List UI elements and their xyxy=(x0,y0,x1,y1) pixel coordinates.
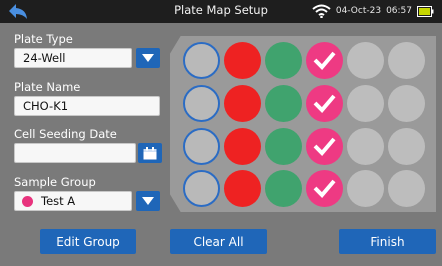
well-c3[interactable] xyxy=(265,128,302,165)
calendar-button[interactable] xyxy=(138,143,162,163)
seeding-date-label: Cell Seeding Date xyxy=(14,127,117,141)
well-a5[interactable] xyxy=(347,42,384,79)
well-c1[interactable] xyxy=(183,128,220,165)
well-c2[interactable] xyxy=(224,128,261,165)
calendar-icon xyxy=(143,146,157,159)
well-c5[interactable] xyxy=(347,128,384,165)
well-b5[interactable] xyxy=(347,85,384,122)
date-text: 04-Oct-23 xyxy=(335,6,382,16)
top-bar: Plate Map Setup 04-Oct-23 06:57 xyxy=(0,0,442,23)
well-d2[interactable] xyxy=(224,170,261,207)
sample-group-label: Sample Group xyxy=(14,175,96,189)
finish-button[interactable]: Finish xyxy=(339,229,436,254)
well-d6[interactable] xyxy=(388,170,425,207)
well-b4[interactable] xyxy=(306,85,343,122)
well-b3[interactable] xyxy=(265,85,302,122)
plate-name-label: Plate Name xyxy=(14,80,81,94)
check-icon xyxy=(313,137,336,156)
well-a3[interactable] xyxy=(265,42,302,79)
well-a4[interactable] xyxy=(306,42,343,79)
wifi-icon xyxy=(312,4,331,18)
sample-group-dropdown-button[interactable] xyxy=(136,191,160,211)
well-d5[interactable] xyxy=(347,170,384,207)
well-b2[interactable] xyxy=(224,85,261,122)
chevron-down-icon xyxy=(142,197,154,205)
check-icon xyxy=(313,51,336,70)
time-text: 06:57 xyxy=(386,6,412,16)
status-area: 04-Oct-23 06:57 xyxy=(312,4,434,18)
chevron-down-icon xyxy=(142,54,154,62)
plate-type-select[interactable]: 24-Well xyxy=(14,48,132,68)
plate-name-input[interactable]: CHO-K1 xyxy=(14,96,160,116)
well-d3[interactable] xyxy=(265,170,302,207)
edit-group-button[interactable]: Edit Group xyxy=(40,229,136,254)
clear-all-button[interactable]: Clear All xyxy=(170,229,267,254)
well-c6[interactable] xyxy=(388,128,425,165)
check-icon xyxy=(313,94,336,113)
check-icon xyxy=(313,179,336,198)
plate-type-dropdown-button[interactable] xyxy=(136,48,160,68)
well-b6[interactable] xyxy=(388,85,425,122)
well-c4[interactable] xyxy=(306,128,343,165)
well-a6[interactable] xyxy=(388,42,425,79)
plate-type-label: Plate Type xyxy=(14,32,73,46)
well-b1[interactable] xyxy=(183,85,220,122)
battery-icon xyxy=(417,5,434,17)
well-d1[interactable] xyxy=(183,170,220,207)
well-a2[interactable] xyxy=(224,42,261,79)
seeding-date-input[interactable] xyxy=(14,143,136,163)
group-color-dot xyxy=(22,196,33,207)
plate-map xyxy=(170,36,436,212)
well-d4[interactable] xyxy=(306,170,343,207)
well-a1[interactable] xyxy=(183,42,220,79)
